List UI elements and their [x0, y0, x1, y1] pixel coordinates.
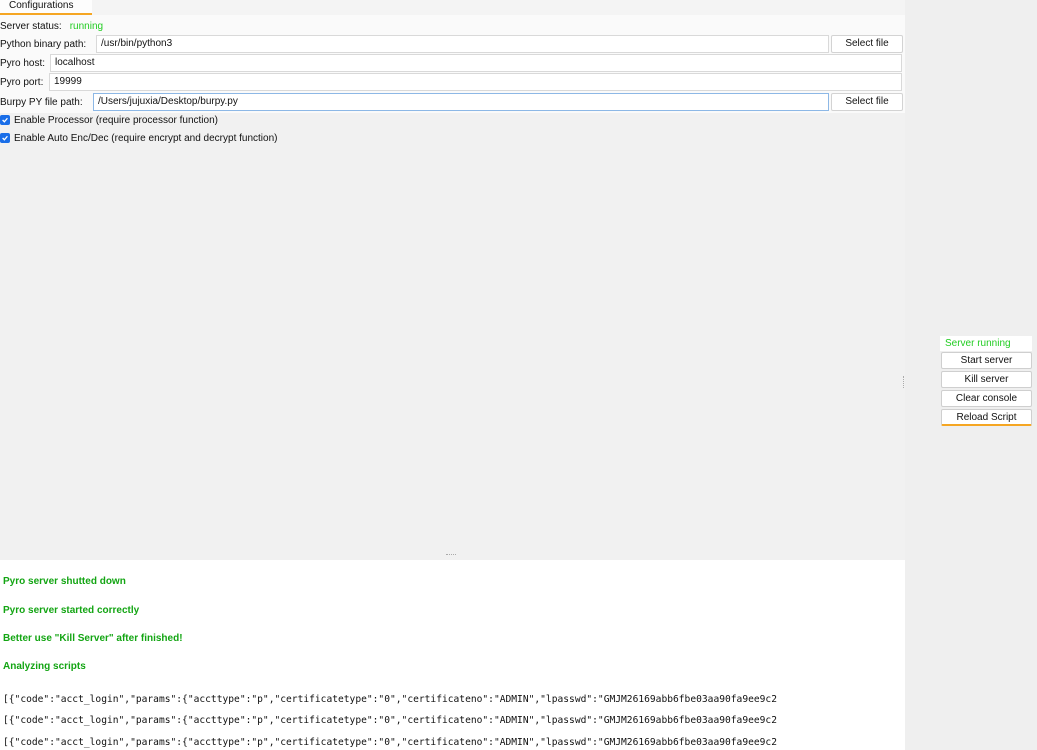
- console-message: Better use "Kill Server" after finished!: [3, 633, 183, 644]
- configurations-panel: Server status: running Python binary pat…: [0, 15, 905, 560]
- start-server-button[interactable]: Start server: [941, 352, 1032, 369]
- enable-processor-row[interactable]: Enable Processor (require processor func…: [0, 112, 218, 128]
- console-json-line: [{"code":"acct_login","params":{"accttyp…: [3, 737, 777, 748]
- vertical-split-handle[interactable]: [903, 376, 905, 388]
- server-status-label: Server status:: [0, 20, 62, 32]
- enable-processor-label: Enable Processor (require processor func…: [14, 114, 218, 126]
- console-message: Analyzing scripts: [3, 661, 86, 672]
- console-message: Pyro server shutted down: [3, 576, 126, 587]
- console-output: Pyro server shutted down Pyro server sta…: [0, 560, 905, 750]
- pyro-port-label: Pyro port:: [0, 76, 44, 88]
- enable-autoenc-checkbox[interactable]: [0, 133, 10, 143]
- server-status-row: Server status: running: [0, 17, 103, 35]
- reload-script-button[interactable]: Reload Script: [941, 409, 1032, 426]
- kill-server-button[interactable]: Kill server: [941, 371, 1032, 388]
- server-status-value: running: [69, 20, 104, 32]
- checkmark-icon: [2, 135, 8, 141]
- burpy-path-label: Burpy PY file path:: [0, 96, 83, 108]
- config-form: Server status: running Python binary pat…: [0, 15, 905, 113]
- tab-strip: Configurations: [0, 0, 905, 15]
- python-path-label: Python binary path:: [0, 38, 87, 50]
- console-message: Pyro server started correctly: [3, 605, 140, 616]
- pyro-host-label: Pyro host:: [0, 57, 46, 69]
- burpy-path-input[interactable]: /Users/jujuxia/Desktop/burpy.py: [93, 93, 829, 111]
- python-path-input[interactable]: /usr/bin/python3: [96, 35, 829, 53]
- console-json-line: [{"code":"acct_login","params":{"accttyp…: [3, 715, 777, 726]
- pyro-port-row: Pyro port:: [0, 73, 43, 91]
- console-json-line: [{"code":"acct_login","params":{"accttyp…: [3, 694, 777, 705]
- tab-configurations[interactable]: Configurations: [0, 0, 92, 15]
- checkmark-icon: [2, 117, 8, 123]
- python-path-row: Python binary path:: [0, 35, 86, 53]
- enable-processor-checkbox[interactable]: [0, 115, 10, 125]
- pyro-host-row: Pyro host:: [0, 54, 45, 72]
- horizontal-split-handle[interactable]: [446, 554, 456, 557]
- enable-autoenc-label: Enable Auto Enc/Dec (require encrypt and…: [14, 132, 278, 144]
- pyro-port-input[interactable]: 19999: [49, 73, 902, 91]
- burpy-path-row: Burpy PY file path:: [0, 93, 83, 111]
- enable-autoenc-row[interactable]: Enable Auto Enc/Dec (require encrypt and…: [0, 130, 277, 146]
- select-python-file-button[interactable]: Select file: [831, 35, 903, 53]
- select-burpy-file-button[interactable]: Select file: [831, 93, 903, 111]
- sidebar-server-status: Server running: [940, 336, 1032, 351]
- pyro-host-input[interactable]: localhost: [50, 54, 902, 72]
- clear-console-button[interactable]: Clear console: [941, 390, 1032, 407]
